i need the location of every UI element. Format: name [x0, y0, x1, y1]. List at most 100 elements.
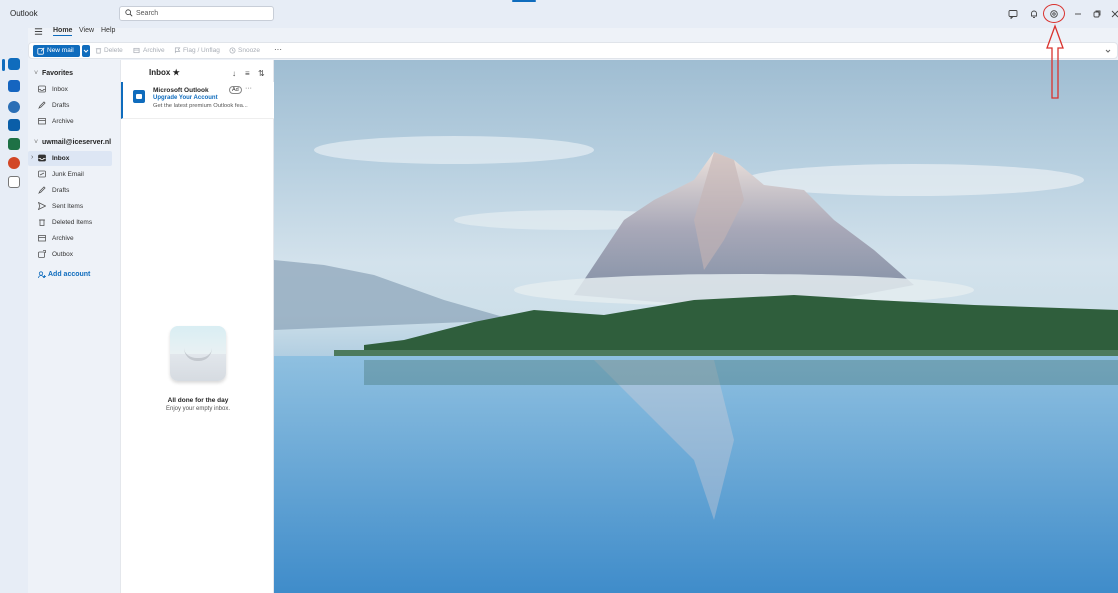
folder-label: Sent Items	[52, 203, 84, 210]
people-app-icon[interactable]	[8, 101, 20, 113]
folder-label: Archive	[52, 235, 74, 242]
empty-subtitle: Enjoy your empty inbox.	[165, 406, 231, 412]
folder-label: Drafts	[52, 102, 70, 109]
outlook-sender-icon	[133, 90, 145, 103]
mountain-lake-landscape	[274, 136, 1118, 593]
message-preview: Get the latest premium Outlook fea...	[153, 103, 248, 109]
settings-gear-icon[interactable]	[1049, 9, 1059, 19]
folder-archive[interactable]: Archive	[28, 231, 112, 246]
annotation-arrow	[1046, 24, 1064, 99]
folder-label: Drafts	[52, 187, 70, 194]
minimize-icon[interactable]	[1073, 9, 1083, 19]
clock-icon	[229, 47, 236, 54]
flag-icon	[174, 47, 181, 54]
inbox-icon	[38, 85, 46, 93]
mail-app-icon[interactable]	[8, 58, 20, 70]
folder-junk-email[interactable]: Junk Email	[28, 167, 112, 182]
archive-icon	[133, 47, 140, 54]
calendar-app-icon[interactable]	[8, 80, 20, 92]
archive-icon	[38, 235, 46, 242]
chevron-down-icon	[83, 49, 89, 53]
favorites-header[interactable]: ˅ Favorites	[34, 70, 73, 77]
search-icon	[125, 9, 133, 17]
list-title: Inbox	[149, 68, 171, 77]
feedback-icon[interactable]	[1008, 9, 1018, 19]
folder-outbox[interactable]: Outbox	[28, 247, 112, 262]
ribbon-expand-chevron-icon[interactable]	[1105, 48, 1111, 54]
star-icon[interactable]: ★	[173, 68, 180, 77]
favorite-archive[interactable]: Archive	[28, 114, 112, 129]
powerpoint-app-icon[interactable]	[8, 157, 20, 169]
message-item[interactable]: Microsoft Outlook Upgrade Your Account G…	[121, 82, 274, 119]
drafts-icon	[38, 101, 46, 109]
more-options-button[interactable]: ···	[274, 45, 282, 54]
sort-icon[interactable]: ⇅	[258, 69, 265, 78]
compose-icon	[37, 47, 45, 55]
apps-grid-icon[interactable]	[8, 176, 20, 188]
empty-title: All done for the day	[167, 397, 229, 404]
ribbon-toolbar: New mail Delete Archive Flag / Unflag Sn…	[28, 42, 1118, 59]
folder-label: Inbox	[52, 155, 70, 162]
folder-label: Inbox	[52, 86, 68, 93]
favorite-drafts[interactable]: Drafts	[28, 98, 112, 113]
snooze-button[interactable]: Snooze	[238, 47, 260, 54]
account-label: uwmail@iceserver.nl	[41, 139, 112, 146]
add-account-label: Add account	[48, 271, 91, 278]
empty-inbox-illustration	[170, 326, 226, 381]
tab-view[interactable]: View	[79, 27, 94, 34]
drafts-icon	[38, 186, 46, 194]
archive-button[interactable]: Archive	[143, 47, 165, 54]
new-mail-button[interactable]: New mail	[33, 45, 80, 57]
jump-down-icon[interactable]: ↓	[232, 69, 236, 78]
add-person-icon	[38, 271, 46, 279]
folder-sent-items[interactable]: Sent Items	[28, 199, 112, 214]
delete-button[interactable]: Delete	[104, 47, 123, 54]
new-mail-label: New mail	[47, 47, 74, 54]
message-subject: Upgrade Your Account	[153, 95, 218, 101]
message-sender: Microsoft Outlook	[153, 87, 209, 94]
trash-icon	[39, 219, 45, 226]
folder-label: Deleted Items	[52, 219, 93, 226]
favorites-label: Favorites	[41, 70, 74, 77]
archive-icon	[38, 118, 46, 125]
bell-icon[interactable]	[1029, 9, 1039, 19]
more-icon[interactable]: ···	[245, 85, 252, 92]
account-header[interactable]: ˅ uwmail@iceserver.nl	[34, 139, 111, 146]
folder-label: Archive	[52, 118, 74, 125]
chevron-down-icon: ˅	[34, 139, 39, 146]
reading-pane-background	[274, 60, 1118, 593]
inbox-icon	[38, 154, 46, 162]
tab-home[interactable]: Home	[53, 27, 73, 36]
filter-icon[interactable]: ≡	[245, 69, 250, 78]
chevron-right-icon[interactable]: ›	[31, 154, 33, 161]
search-box[interactable]: Search	[119, 6, 274, 21]
search-placeholder: Search	[136, 10, 159, 17]
menu-hamburger-icon[interactable]	[34, 27, 43, 36]
ad-badge: Ad	[229, 86, 242, 94]
new-mail-dropdown[interactable]	[82, 45, 90, 57]
folder-label: Junk Email	[52, 171, 84, 178]
trash-icon	[95, 48, 102, 54]
folder-label: Outbox	[52, 251, 73, 258]
flag-unflag-button[interactable]: Flag / Unflag	[183, 47, 220, 54]
message-list: Inbox ★ ↓ ≡ ⇅ Microsoft Outlook Upgrade …	[120, 60, 274, 593]
rail-active-indicator	[2, 59, 5, 71]
outlook-app-icon[interactable]	[8, 119, 20, 131]
window-drag-indicator	[512, 0, 536, 2]
chevron-down-icon: ˅	[34, 70, 39, 77]
title-bar: Outlook Search	[0, 0, 1118, 28]
junk-icon	[38, 170, 46, 178]
restore-icon[interactable]	[1092, 9, 1102, 19]
list-header: Inbox ★	[149, 68, 180, 77]
app-rail	[0, 28, 28, 593]
folder-drafts[interactable]: Drafts	[28, 183, 112, 198]
folder-inbox[interactable]: › Inbox	[28, 151, 112, 166]
folder-pane: ˅ Favorites Inbox Drafts Archive ˅ uwmai…	[28, 60, 120, 593]
excel-app-icon[interactable]	[8, 138, 20, 150]
tab-help[interactable]: Help	[101, 27, 115, 34]
send-icon	[38, 202, 46, 210]
app-title: Outlook	[10, 9, 38, 18]
favorite-inbox[interactable]: Inbox	[28, 82, 112, 97]
close-icon[interactable]	[1110, 9, 1118, 19]
folder-deleted-items[interactable]: Deleted Items	[28, 215, 112, 230]
